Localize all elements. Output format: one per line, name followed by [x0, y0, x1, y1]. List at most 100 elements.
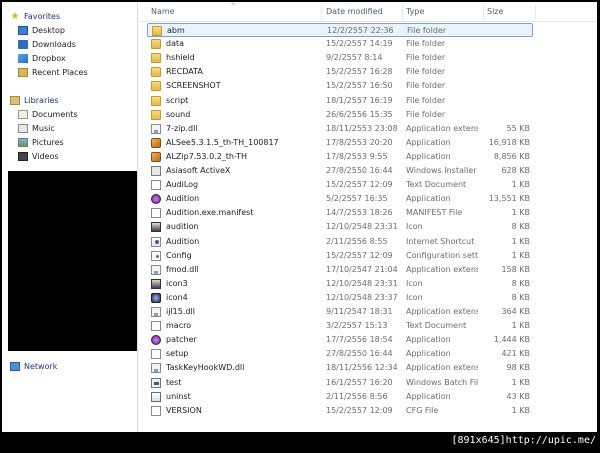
- file-row[interactable]: patcher 17/7/2556 18:54 Application 1,444 K…: [147, 333, 533, 347]
- file-type: File folder: [406, 109, 446, 119]
- file-row[interactable]: SCREENSHOT 15/2/2557 16:50 File folder: [147, 79, 533, 93]
- file-row[interactable]: AudiLog 15/2/2557 12:09 Text Document 1 KB: [147, 178, 533, 192]
- file-row[interactable]: Asiasoft ActiveX 27/8/2550 16:44 Windows I…: [147, 164, 533, 178]
- nav-item-documents[interactable]: Documents: [18, 108, 78, 121]
- column-divider[interactable]: [402, 4, 403, 20]
- file-date-modified: 3/2/2557 15:13: [326, 321, 388, 331]
- file-name: setup: [166, 349, 189, 359]
- file-name: macro: [166, 321, 192, 331]
- column-divider[interactable]: [483, 4, 484, 20]
- downloads-icon: [18, 40, 28, 49]
- file-row[interactable]: data 15/2/2557 14:19 File folder: [147, 37, 533, 51]
- file-type: CFG File: [406, 405, 439, 415]
- file-row[interactable]: script 18/1/2557 16:19 File folder: [147, 94, 533, 108]
- file-row[interactable]: Config 15/2/2557 12:09 Configuration sett.…: [147, 249, 533, 263]
- file-size: 1 KB: [511, 208, 530, 218]
- file-icon: [151, 391, 161, 402]
- file-type: Configuration sett...: [406, 250, 478, 260]
- nav-item-label: Downloads: [32, 40, 76, 49]
- file-type: Application: [406, 335, 451, 345]
- nav-network[interactable]: Network: [10, 360, 57, 373]
- file-size: 8 KB: [511, 222, 530, 232]
- file-icon: [151, 264, 161, 275]
- nav-item-label: Dropbox: [32, 54, 66, 63]
- file-name: Audition.exe.manifest: [166, 208, 254, 218]
- column-header-size[interactable]: Size: [487, 7, 503, 16]
- column-divider[interactable]: [321, 4, 322, 20]
- file-name: Asiasoft ActiveX: [166, 166, 231, 175]
- nav-item-pictures[interactable]: Pictures: [18, 136, 64, 149]
- file-size: 1 KB: [511, 321, 530, 331]
- file-size: 364 KB: [501, 307, 530, 316]
- file-icon: [151, 250, 161, 261]
- file-date-modified: 17/10/2547 21:04: [326, 264, 398, 274]
- videos-icon: [18, 152, 28, 161]
- file-row[interactable]: Audition 5/2/2557 16:35 Application 13,551 …: [147, 192, 533, 206]
- file-row[interactable]: ijl15.dll 9/11/2547 18:31 Application exte…: [147, 305, 533, 319]
- column-header-type[interactable]: Type: [406, 7, 424, 16]
- file-row[interactable]: uninst 2/11/2556 8:56 Application 43 KB: [147, 390, 533, 404]
- file-row[interactable]: ALSee5.3.1.5_th-TH_100817 17/8/2553 20:20…: [147, 136, 533, 150]
- navigation-pane: ★ Favorites Desktop Downloads Dropbox Re…: [2, 2, 138, 432]
- file-size: 421 KB: [501, 349, 530, 359]
- file-size: 43 KB: [506, 391, 530, 401]
- nav-favorites[interactable]: ★ Favorites: [10, 10, 61, 23]
- file-date-modified: 12/2/2557 22:36: [327, 26, 394, 35]
- column-header-date[interactable]: Date modified: [326, 7, 383, 16]
- file-type: Icon: [406, 222, 423, 232]
- nav-item-label: Desktop: [32, 26, 65, 35]
- file-row[interactable]: audition 12/10/2548 23:31 Icon 8 KB: [147, 220, 533, 234]
- file-row[interactable]: test 16/1/2557 16:20 Windows Batch File 1 K…: [147, 376, 533, 390]
- file-icon: [151, 321, 161, 332]
- file-row[interactable]: macro 3/2/2557 15:13 Text Document 1 KB: [147, 319, 533, 333]
- file-type: File folder: [406, 39, 446, 49]
- nav-item-downloads[interactable]: Downloads: [18, 38, 76, 51]
- file-type: Application extens...: [406, 363, 478, 373]
- file-name: ijl15.dll: [166, 307, 195, 316]
- file-row[interactable]: RECDATA 15/2/2557 16:28 File folder: [147, 65, 533, 79]
- nav-item-recent-places[interactable]: Recent Places: [18, 66, 88, 79]
- file-name: VERSION: [166, 405, 202, 415]
- file-size: 8 KB: [511, 292, 530, 302]
- column-header-name[interactable]: Name: [151, 7, 175, 16]
- file-row[interactable]: Audition.exe.manifest 14/7/2553 18:26 MANI…: [147, 206, 533, 220]
- file-row[interactable]: abm 12/2/2557 22:36 File folder: [147, 23, 533, 37]
- file-icon: [151, 292, 161, 303]
- file-row[interactable]: 7-zip.dll 18/11/2553 23:08 Application ext…: [147, 122, 533, 136]
- folder-icon: [151, 53, 161, 64]
- folder-icon: [152, 26, 162, 36]
- nav-item-videos[interactable]: Videos: [18, 150, 59, 163]
- file-row[interactable]: fmod.dll 17/10/2547 21:04 Application exte…: [147, 263, 533, 277]
- file-row[interactable]: hshield 9/2/2557 8:14 File folder: [147, 51, 533, 65]
- file-size: 1,444 KB: [493, 335, 530, 345]
- folder-icon: [151, 109, 161, 120]
- file-name: hshield: [166, 53, 195, 63]
- file-row[interactable]: sound 26/6/2556 15:35 File folder: [147, 108, 533, 122]
- file-type: Application extens...: [406, 307, 478, 316]
- file-row[interactable]: Audition 2/11/2556 8:55 Internet Shortcut 1…: [147, 235, 533, 249]
- nav-libraries[interactable]: Libraries: [10, 94, 59, 107]
- file-row[interactable]: icon4 12/10/2548 23:37 Icon 8 KB: [147, 291, 533, 305]
- column-divider[interactable]: [535, 4, 536, 20]
- file-date-modified: 18/11/2553 23:08: [326, 123, 398, 133]
- file-row[interactable]: setup 27/8/2550 16:44 Application 421 KB: [147, 347, 533, 361]
- file-size: 1 KB: [511, 377, 530, 387]
- file-name: icon4: [166, 292, 188, 302]
- folder-icon: [151, 39, 161, 50]
- file-row[interactable]: VERSION 15/2/2557 12:09 CFG File 1 KB: [147, 404, 533, 418]
- file-size: 16,918 KB: [488, 137, 530, 147]
- file-type: Windows Installer ...: [406, 166, 478, 175]
- file-icon: [151, 194, 161, 205]
- file-row[interactable]: TaskKeyHookWD.dll 18/11/2556 12:34 Applica…: [147, 361, 533, 375]
- sort-chevron-icon: ⌃: [230, 2, 236, 10]
- file-date-modified: 15/2/2557 12:09: [326, 250, 393, 260]
- file-size: 1 KB: [511, 180, 530, 190]
- nav-item-music[interactable]: Music: [18, 122, 55, 135]
- nav-item-desktop[interactable]: Desktop: [18, 24, 65, 37]
- file-row[interactable]: ALZip7.53.0.2_th-TH 17/8/2553 9:55 Applica…: [147, 150, 533, 164]
- nav-item-dropbox[interactable]: Dropbox: [18, 52, 66, 65]
- file-date-modified: 17/7/2556 18:54: [326, 335, 393, 345]
- file-row[interactable]: icon3 12/10/2548 23:31 Icon 8 KB: [147, 277, 533, 291]
- file-icon: [151, 180, 161, 191]
- folder-icon: [151, 95, 161, 106]
